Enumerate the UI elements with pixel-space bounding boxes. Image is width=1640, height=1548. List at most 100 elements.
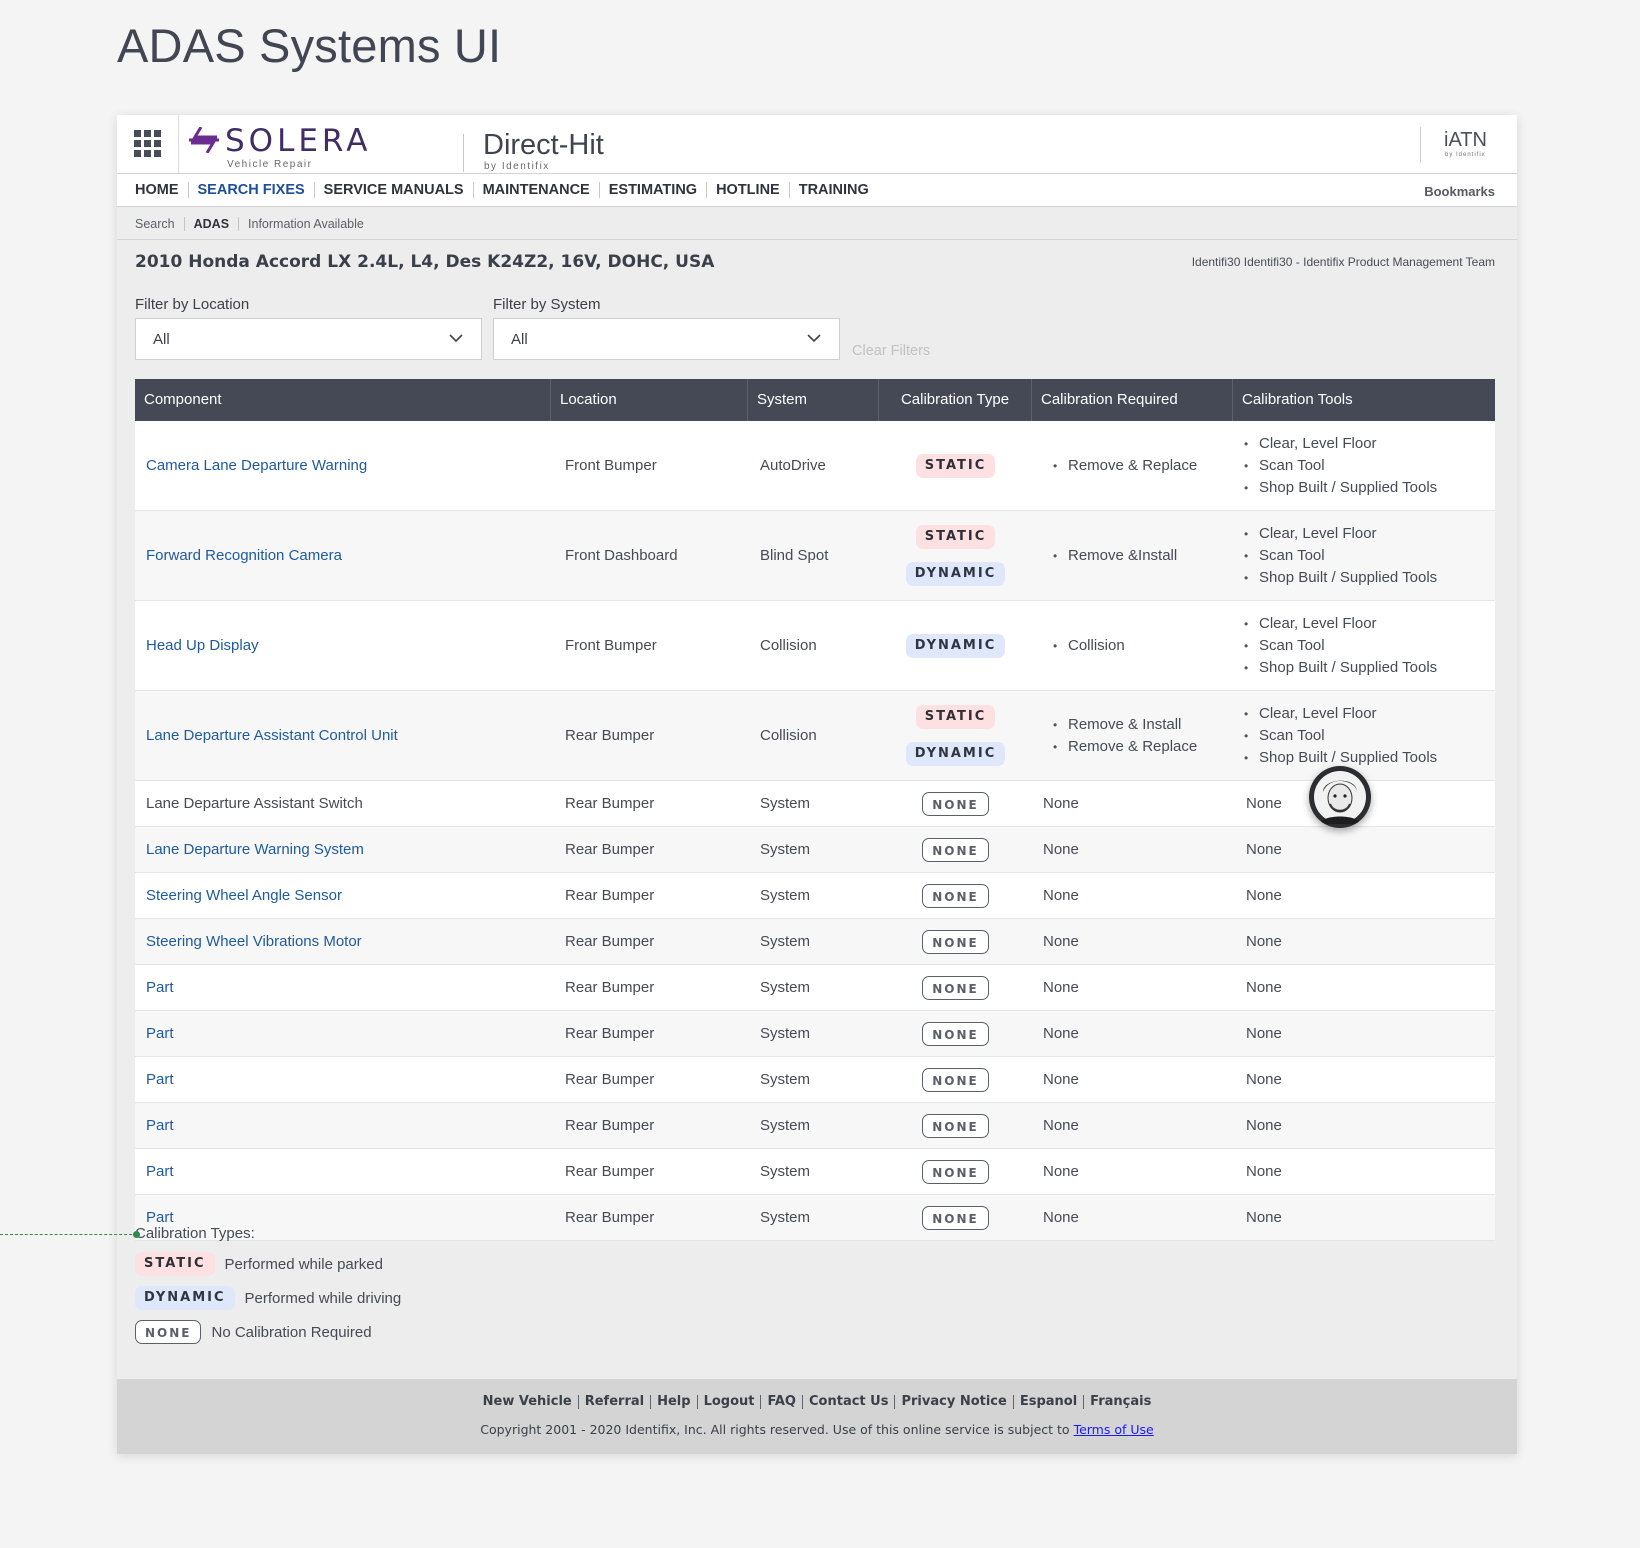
solera-wordmark: SOLERA (225, 123, 372, 159)
dynamic-badge: DYNAMIC (905, 742, 1006, 766)
component-link[interactable]: Part (146, 1071, 174, 1088)
calibration-tool-item: Shop Built / Supplied Tools (1244, 657, 1437, 679)
footer-privacy-notice[interactable]: Privacy Notice (894, 1395, 1012, 1409)
calibration-tools-value: None (1246, 1071, 1282, 1088)
component-link[interactable]: Part (146, 1163, 174, 1180)
top-header: SOLERA Vehicle Repair Direct-Hit by Iden… (117, 115, 1517, 174)
table-row: Part Rear Bumper System NONE None None (135, 1057, 1495, 1103)
calibration-tools-value: None (1246, 1209, 1282, 1226)
nav-training[interactable]: TRAINING (788, 182, 878, 198)
static-badge: STATIC (915, 705, 996, 729)
component-link[interactable]: Part (146, 1209, 174, 1226)
iatn-logo[interactable]: iATN (1444, 129, 1487, 152)
legend-none-badge: NONE (135, 1320, 202, 1344)
solera-subtitle: Vehicle Repair (227, 159, 313, 170)
calibration-legend: Calibration Types: STATIC Performed whil… (135, 1225, 401, 1344)
user-avatar[interactable] (1309, 766, 1371, 828)
calibration-required-value: None (1043, 1209, 1079, 1226)
component-link[interactable]: Head Up Display (146, 637, 259, 654)
nav-maintenance[interactable]: MAINTENANCE (472, 182, 599, 198)
none-badge: NONE (922, 883, 989, 908)
header-calibration-required[interactable]: Calibration Required (1032, 379, 1233, 421)
row-location: Rear Bumper (565, 1071, 655, 1088)
legend-static-desc: Performed while parked (224, 1255, 383, 1273)
breadcrumb-adas[interactable]: ADAS (183, 217, 238, 231)
app-launcher-button[interactable] (117, 115, 179, 173)
calibration-required-item: Remove &Install (1053, 545, 1177, 567)
nav-home[interactable]: HOME (135, 182, 188, 198)
bookmarks-link[interactable]: Bookmarks (1424, 184, 1495, 199)
component-link[interactable]: Steering Wheel Angle Sensor (146, 887, 342, 904)
row-system: System (760, 979, 811, 996)
calibration-tools-value: None (1246, 841, 1282, 858)
header-calibration-tools[interactable]: Calibration Tools (1233, 379, 1495, 421)
footer-contact-us[interactable]: Contact Us (802, 1395, 894, 1409)
solera-mark-icon (189, 127, 219, 153)
none-badge: NONE (922, 1067, 989, 1092)
nav-service-manuals[interactable]: SERVICE MANUALS (313, 182, 473, 198)
footer-help[interactable]: Help (650, 1395, 696, 1409)
nav-hotline[interactable]: HOTLINE (706, 182, 789, 198)
calibration-tool-item: Clear, Level Floor (1244, 433, 1437, 455)
annotation-connector (0, 1234, 137, 1235)
clear-filters-button[interactable]: Clear Filters (852, 343, 930, 359)
footer-espanol[interactable]: Espanol (1012, 1395, 1083, 1409)
dynamic-badge: DYNAMIC (905, 562, 1006, 586)
footer-faq[interactable]: FAQ (760, 1395, 802, 1409)
terms-of-use-link[interactable]: Terms of Use (1074, 1422, 1154, 1437)
footer-logout[interactable]: Logout (696, 1395, 761, 1409)
component-link[interactable]: Part (146, 1117, 174, 1134)
breadcrumb-search[interactable]: Search (135, 217, 184, 231)
component-link[interactable]: Lane Departure Warning System (146, 841, 364, 858)
component-link[interactable]: Steering Wheel Vibrations Motor (146, 933, 362, 950)
calibration-tools-value: None (1246, 979, 1282, 996)
system-filter-select[interactable]: All (493, 318, 840, 360)
row-location: Rear Bumper (565, 795, 655, 812)
grid-icon (134, 130, 161, 157)
table-header: Component Location System Calibration Ty… (135, 379, 1495, 421)
location-filter-select[interactable]: All (135, 318, 482, 360)
row-system: Collision (760, 727, 817, 744)
system-filter-label: Filter by System (493, 296, 601, 313)
component-link[interactable]: Part (146, 979, 174, 996)
table-row: Part Rear Bumper System NONE None None (135, 1149, 1495, 1195)
adas-table: Component Location System Calibration Ty… (135, 379, 1495, 1241)
nav-search-fixes[interactable]: SEARCH FIXES (187, 182, 314, 198)
legend-dynamic-desc: Performed while driving (244, 1289, 402, 1307)
table-row: Part Rear Bumper System NONE None None (135, 1103, 1495, 1149)
calibration-required-value: None (1043, 795, 1079, 812)
calibration-tool-item: Clear, Level Floor (1244, 613, 1437, 635)
main-nav: HOME SEARCH FIXES SERVICE MANUALS MAINTE… (117, 174, 1517, 207)
calibration-required-item: Remove & Install (1053, 714, 1197, 736)
calibration-tool-item: Scan Tool (1244, 455, 1437, 477)
iatn-subtitle: by Identifix (1445, 152, 1486, 158)
header-calibration-type[interactable]: Calibration Type (879, 379, 1032, 421)
component-link[interactable]: Lane Departure Assistant Control Unit (146, 727, 398, 744)
calibration-tool-item: Scan Tool (1244, 635, 1437, 657)
row-location: Rear Bumper (565, 1025, 655, 1042)
annotation-dot (133, 1231, 140, 1238)
legend-none-desc: No Calibration Required (211, 1323, 372, 1341)
vehicle-title: 2010 Honda Accord LX 2.4L, L4, Des K24Z2… (135, 252, 715, 272)
none-badge: NONE (922, 975, 989, 1000)
footer-referral[interactable]: Referral (577, 1395, 650, 1409)
row-system: System (760, 1209, 811, 1226)
footer-new-vehicle[interactable]: New Vehicle (477, 1395, 578, 1409)
nav-estimating[interactable]: ESTIMATING (598, 182, 706, 198)
component-link[interactable]: Camera Lane Departure Warning (146, 457, 367, 474)
legend-title: Calibration Types: (135, 1225, 255, 1242)
calibration-required-value: None (1043, 933, 1079, 950)
component-link[interactable]: Forward Recognition Camera (146, 547, 342, 564)
calibration-tool-item: Shop Built / Supplied Tools (1244, 567, 1437, 589)
dynamic-badge: DYNAMIC (905, 633, 1006, 658)
copyright-text: Copyright 2001 - 2020 Identifix, Inc. Al… (480, 1422, 1070, 1437)
component-link[interactable]: Part (146, 1025, 174, 1042)
header-location[interactable]: Location (551, 379, 748, 421)
calibration-tool-item: Scan Tool (1244, 725, 1437, 747)
chevron-down-icon (449, 334, 463, 343)
footer-francais[interactable]: Français (1083, 1395, 1157, 1409)
static-badge: STATIC (915, 453, 996, 478)
row-location: Rear Bumper (565, 1209, 655, 1226)
header-system[interactable]: System (748, 379, 879, 421)
header-component[interactable]: Component (135, 379, 551, 421)
